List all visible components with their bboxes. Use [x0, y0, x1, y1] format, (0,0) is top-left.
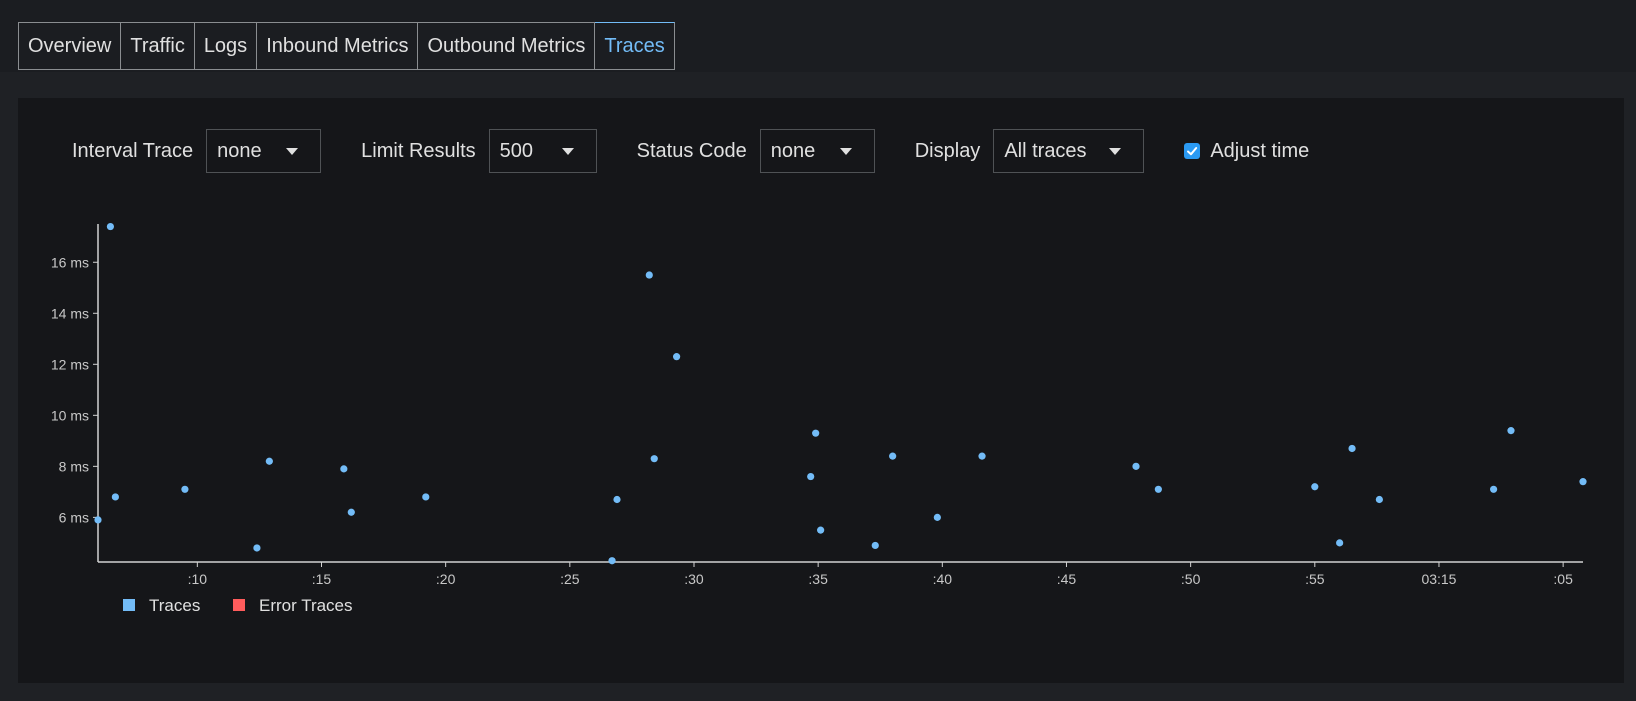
x-tick-label: :35 — [808, 571, 828, 587]
trace-point — [673, 353, 681, 361]
trace-point — [871, 541, 879, 550]
x-tick-label: :05 — [1553, 571, 1573, 587]
trace-point — [1348, 444, 1356, 453]
y-tick-label: 6 ms — [59, 509, 89, 525]
legend-traces-swatch — [123, 599, 135, 611]
x-tick-label: 03:15 — [1421, 571, 1456, 587]
trace-point — [645, 271, 653, 279]
trace-point — [347, 508, 355, 516]
x-tick-label: :30 — [684, 571, 704, 587]
chart-legend: Traces Error Traces — [123, 596, 353, 615]
trace-point — [817, 526, 825, 534]
x-tick-label: :45 — [1057, 571, 1077, 587]
x-axis: :10 :15 :20 :25 :30 :35 :40 :45 :50 :55 03:15 :05 — [98, 561, 1583, 587]
trace-point — [1154, 485, 1162, 493]
trace-point — [1490, 485, 1498, 493]
trace-point — [1336, 539, 1344, 547]
trace-point — [106, 222, 115, 231]
x-tick-label: :55 — [1305, 571, 1325, 587]
x-tick-label: :10 — [188, 571, 208, 587]
trace-points — [94, 222, 1587, 565]
y-tick-label: 16 ms — [51, 254, 89, 270]
trace-point — [1375, 495, 1383, 504]
traces-scatter-chart: 6 ms 8 ms 10 ms 12 ms 14 ms 16 ms :10 :15 :20 :2… — [51, 222, 1587, 615]
legend-error-traces-swatch — [233, 599, 245, 611]
trace-point — [340, 465, 348, 473]
trace-point — [265, 457, 273, 465]
trace-point — [978, 452, 986, 460]
y-tick-label: 12 ms — [51, 356, 89, 372]
trace-point — [111, 493, 119, 501]
trace-point — [1507, 427, 1515, 435]
trace-point — [807, 472, 815, 481]
x-tick-label: :15 — [312, 571, 332, 587]
trace-point — [253, 544, 261, 552]
trace-point — [181, 485, 189, 493]
x-tick-label: :25 — [560, 571, 580, 587]
trace-point — [422, 493, 430, 501]
y-axis: 6 ms 8 ms 10 ms 12 ms 14 ms 16 ms — [51, 224, 99, 562]
trace-point — [933, 513, 941, 521]
legend-error-traces-label: Error Traces — [259, 596, 353, 615]
y-tick-label: 10 ms — [51, 407, 89, 423]
trace-point — [613, 495, 621, 504]
trace-point — [650, 455, 658, 463]
trace-point — [1311, 483, 1319, 491]
trace-point — [889, 452, 897, 460]
trace-point — [1579, 478, 1587, 486]
x-tick-label: :20 — [436, 571, 456, 587]
trace-point — [1132, 462, 1140, 470]
legend-traces-label: Traces — [149, 596, 200, 615]
trace-point — [608, 557, 616, 565]
y-tick-label: 8 ms — [59, 458, 89, 474]
trace-point — [94, 516, 102, 524]
y-tick-label: 14 ms — [51, 305, 89, 321]
x-tick-label: :50 — [1181, 571, 1201, 587]
trace-point — [812, 429, 820, 437]
x-tick-label: :40 — [933, 571, 953, 587]
